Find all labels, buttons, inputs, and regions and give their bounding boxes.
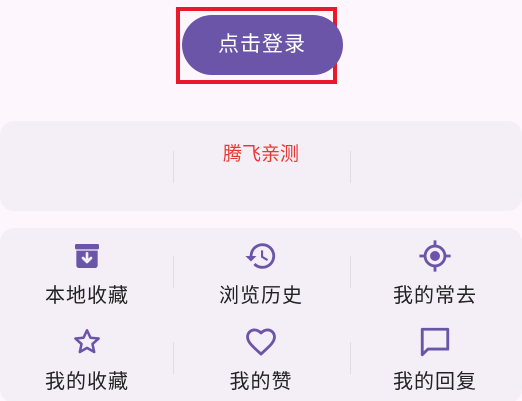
gps-target-icon (418, 239, 452, 273)
stats-divider (173, 151, 174, 183)
stats-title: 腾飞亲测 (222, 143, 299, 165)
menu-item-label: 本地收藏 (45, 283, 129, 307)
menu-item-label: 我的常去 (393, 283, 477, 307)
stats-divider (350, 151, 351, 183)
menu-grid: 本地收藏 浏览历史 我的常去 我的收藏 我的赞 我的回复 (0, 228, 522, 401)
heart-outline-icon (244, 325, 278, 359)
login-button[interactable]: 点击登录 (182, 15, 343, 75)
menu-item-label: 我的赞 (229, 369, 293, 393)
stats-card: 腾飞亲测 (0, 121, 522, 211)
menu-item-my-likes[interactable]: 我的赞 (174, 314, 348, 400)
menu-card: 本地收藏 浏览历史 我的常去 我的收藏 我的赞 我的回复 (0, 228, 522, 401)
menu-item-frequent[interactable]: 我的常去 (348, 228, 522, 314)
archive-download-icon (70, 239, 104, 273)
star-outline-icon (70, 325, 104, 359)
menu-item-my-replies[interactable]: 我的回复 (348, 314, 522, 400)
menu-item-label: 我的回复 (393, 369, 477, 393)
history-icon (244, 239, 278, 273)
menu-item-label: 我的收藏 (45, 369, 129, 393)
menu-item-label: 浏览历史 (219, 283, 303, 307)
menu-item-my-favorites[interactable]: 我的收藏 (0, 314, 174, 400)
menu-item-local-favorites[interactable]: 本地收藏 (0, 228, 174, 314)
comment-icon (418, 325, 452, 359)
menu-item-history[interactable]: 浏览历史 (174, 228, 348, 314)
